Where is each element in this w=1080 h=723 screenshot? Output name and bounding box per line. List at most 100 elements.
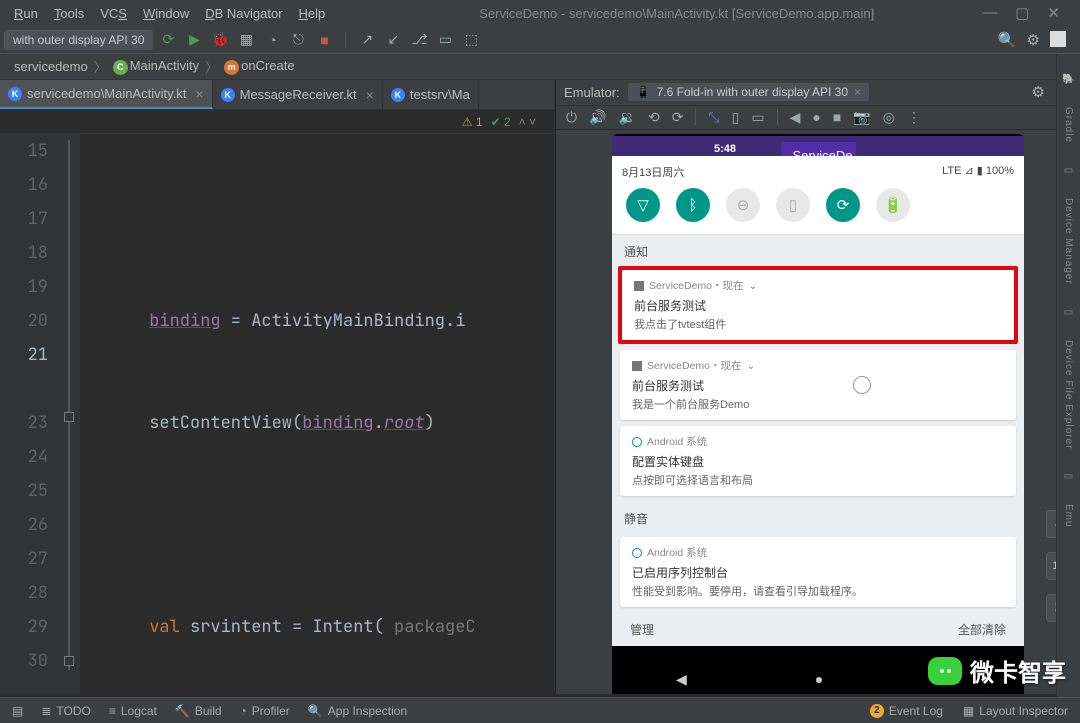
crumb-method[interactable]: monCreate bbox=[224, 58, 294, 75]
emulator-tab-icon[interactable]: ▭ bbox=[1064, 471, 1073, 482]
emulator-tab[interactable]: Emu bbox=[1063, 500, 1074, 532]
status-bar: ▤ ≣ TODO ≡ Logcat 🔨 Build ◔ Profiler 🔍 A… bbox=[0, 697, 1080, 723]
attach-icon[interactable]: ⎋ bbox=[287, 29, 309, 51]
git-branch-icon[interactable]: ⎇ bbox=[408, 29, 430, 51]
screenshot-icon[interactable]: 📷 bbox=[853, 109, 870, 126]
status-layout-inspector[interactable]: ▦ Layout Inspector bbox=[963, 704, 1068, 718]
device-manager-tab[interactable]: Device Manager bbox=[1063, 194, 1074, 289]
power-icon[interactable]: ⏻ bbox=[566, 109, 577, 126]
notif-card-1[interactable]: ServiceDemo・现在⌄ 前台服务测试 我点击了tvtest组件 bbox=[622, 270, 1014, 340]
editor: Kservicedemo\MainActivity.kt× KMessageRe… bbox=[0, 80, 555, 694]
menu-dbnav[interactable]: DB Navigator bbox=[199, 4, 288, 23]
qs-dnd-icon[interactable]: ⊖ bbox=[726, 188, 760, 222]
android-icon bbox=[632, 437, 642, 447]
menu-tools[interactable]: Tools bbox=[48, 4, 90, 23]
status-time: 5:48 bbox=[714, 143, 736, 155]
status-todo[interactable]: ≣ TODO bbox=[41, 704, 91, 718]
posture-2-icon[interactable]: ▭ bbox=[751, 109, 764, 126]
close-icon[interactable]: × bbox=[854, 85, 861, 99]
rotate-left-icon[interactable]: ⟲ bbox=[648, 109, 660, 126]
notif-clear-all[interactable]: 全部清除 bbox=[958, 621, 1006, 638]
close-icon[interactable]: × bbox=[366, 87, 374, 103]
editor-tabs: Kservicedemo\MainActivity.kt× KMessageRe… bbox=[0, 80, 554, 110]
status-build[interactable]: 🔨 Build bbox=[175, 704, 222, 718]
gradle-icon[interactable]: 🐘 bbox=[1062, 74, 1074, 85]
menu-run[interactable]: Run bbox=[8, 4, 44, 23]
notif-card-4[interactable]: Android 系统 已启用序列控制台 性能受到影响。要停用，请查看引导加载程序… bbox=[620, 537, 1016, 607]
fold-unfold-icon[interactable]: ⤡ bbox=[708, 109, 719, 126]
status-indicator-icon[interactable]: ▤ bbox=[12, 704, 23, 718]
breadcrumb: servicedemo 〉 CMainActivity 〉 monCreate bbox=[0, 54, 1080, 80]
device-manager-icon[interactable]: ▭ bbox=[1064, 165, 1073, 176]
tab-messagereceiver[interactable]: KMessageReceiver.kt× bbox=[213, 80, 383, 109]
account-icon[interactable] bbox=[1050, 31, 1066, 47]
notif-manage[interactable]: 管理 bbox=[630, 621, 654, 638]
git-pull-icon[interactable]: ↙ bbox=[382, 29, 404, 51]
device-file-explorer-icon[interactable]: ▭ bbox=[1064, 307, 1073, 318]
fold-toggle-icon[interactable] bbox=[64, 656, 74, 666]
status-event-log[interactable]: 2Event Log bbox=[870, 704, 943, 718]
menu-vcs[interactable]: VCS bbox=[94, 4, 133, 23]
home-icon[interactable]: ● bbox=[812, 109, 820, 125]
device-file-explorer-tab[interactable]: Device File Explorer bbox=[1063, 336, 1074, 453]
emulator-toolbar: ⏻ 🔊 🔉 ⟲ ⟳ ⤡ ▯ ▭ ◀ ● ■ 📷 ◎ ⋮ bbox=[556, 106, 1080, 130]
device-selector[interactable]: 📱7.6 Fold-in with outer display API 30× bbox=[628, 83, 869, 101]
notif-card-2[interactable]: ServiceDemo・现在⌄ 前台服务测试 我是一个前台服务Demo bbox=[620, 350, 1016, 420]
record-icon[interactable]: ◎ bbox=[883, 109, 895, 126]
right-tool-strip: 🐘 Gradle ▭ Device Manager ▭ Device File … bbox=[1056, 54, 1080, 697]
chevron-down-icon[interactable]: ⌄ bbox=[747, 360, 756, 372]
win-minimize-icon[interactable]: ― bbox=[982, 4, 997, 22]
qs-rotate-icon[interactable]: ⟳ bbox=[826, 188, 860, 222]
notif-card-3[interactable]: Android 系统 配置实体键盘 点按即可选择语言和布局 bbox=[620, 426, 1016, 496]
chevron-up-down-icon[interactable]: ˄ ˅ bbox=[519, 115, 536, 129]
avd-icon[interactable]: ▭ bbox=[434, 29, 456, 51]
run-icon[interactable]: ▶ bbox=[183, 29, 205, 51]
rotate-right-icon[interactable]: ⟳ bbox=[672, 109, 684, 126]
git-push-icon[interactable]: ↗ bbox=[356, 29, 378, 51]
qs-flashlight-icon[interactable]: ▯ bbox=[776, 188, 810, 222]
status-app-inspection[interactable]: 🔍 App Inspection bbox=[308, 704, 407, 718]
menu-help[interactable]: Help bbox=[293, 4, 332, 23]
fold-column bbox=[60, 134, 80, 694]
code-body[interactable]: binding = ActivityMainBinding.i setConte… bbox=[80, 134, 554, 694]
back-icon[interactable]: ◀ bbox=[790, 109, 801, 126]
device-screen[interactable]: 5:48 ServiceDe 8月13日周六 LTE ⊿ ▮ 100% ▽ ᛒ … bbox=[612, 134, 1024, 694]
vol-down-icon[interactable]: 🔉 bbox=[619, 109, 636, 126]
debug-icon[interactable]: 🐞 bbox=[209, 29, 231, 51]
nav-back-icon[interactable]: ◀ bbox=[676, 671, 687, 688]
vol-up-icon[interactable]: 🔊 bbox=[589, 109, 606, 126]
qs-wifi-icon[interactable]: ▽ bbox=[626, 188, 660, 222]
tab-mainactivity[interactable]: Kservicedemo\MainActivity.kt× bbox=[0, 80, 213, 109]
posture-1-icon[interactable]: ▯ bbox=[732, 109, 740, 126]
menu-window[interactable]: Window bbox=[137, 4, 195, 23]
ok-icon[interactable]: ✔ 2 bbox=[491, 115, 511, 129]
run-target[interactable]: with outer display API 30 bbox=[4, 30, 153, 50]
inspection-bar: ⚠ 1 ✔ 2 ˄ ˅ bbox=[0, 110, 554, 134]
status-logcat[interactable]: ≡ Logcat bbox=[109, 704, 157, 718]
tab-testsrv[interactable]: Ktestsrv\Ma bbox=[383, 80, 479, 109]
close-icon[interactable]: × bbox=[195, 86, 203, 102]
coverage-icon[interactable]: ▦ bbox=[235, 29, 257, 51]
profile-icon[interactable]: ◔ bbox=[261, 29, 283, 51]
win-maximize-icon[interactable]: ▢ bbox=[1015, 4, 1029, 22]
settings-gear-icon[interactable]: ⚙ bbox=[1027, 31, 1040, 49]
qs-battery-icon[interactable]: 🔋 bbox=[876, 188, 910, 222]
overview-icon[interactable]: ■ bbox=[833, 109, 841, 125]
chevron-down-icon[interactable]: ⌄ bbox=[749, 280, 758, 292]
stop-icon[interactable]: ■ bbox=[313, 29, 335, 51]
gradle-tab[interactable]: Gradle bbox=[1063, 103, 1074, 147]
fold-toggle-icon[interactable] bbox=[64, 412, 74, 422]
settings-gear-icon[interactable]: ⚙ bbox=[1032, 83, 1045, 101]
nav-home-icon[interactable]: ● bbox=[815, 671, 823, 687]
sync-icon[interactable]: ⟳ bbox=[157, 29, 179, 51]
search-icon[interactable]: 🔍 bbox=[998, 31, 1017, 49]
warning-icon[interactable]: ⚠ 1 bbox=[462, 115, 483, 129]
qs-bluetooth-icon[interactable]: ᛒ bbox=[676, 188, 710, 222]
more-icon[interactable]: ⋮ bbox=[907, 109, 921, 126]
status-profiler[interactable]: ◔ Profiler bbox=[240, 704, 290, 718]
watermark: 微卡智享 bbox=[928, 653, 1066, 688]
crumb-class[interactable]: CMainActivity bbox=[113, 58, 199, 75]
crumb-pkg[interactable]: servicedemo bbox=[14, 59, 88, 74]
sdk-icon[interactable]: ⬚ bbox=[460, 29, 482, 51]
win-close-icon[interactable]: ✕ bbox=[1047, 4, 1060, 22]
